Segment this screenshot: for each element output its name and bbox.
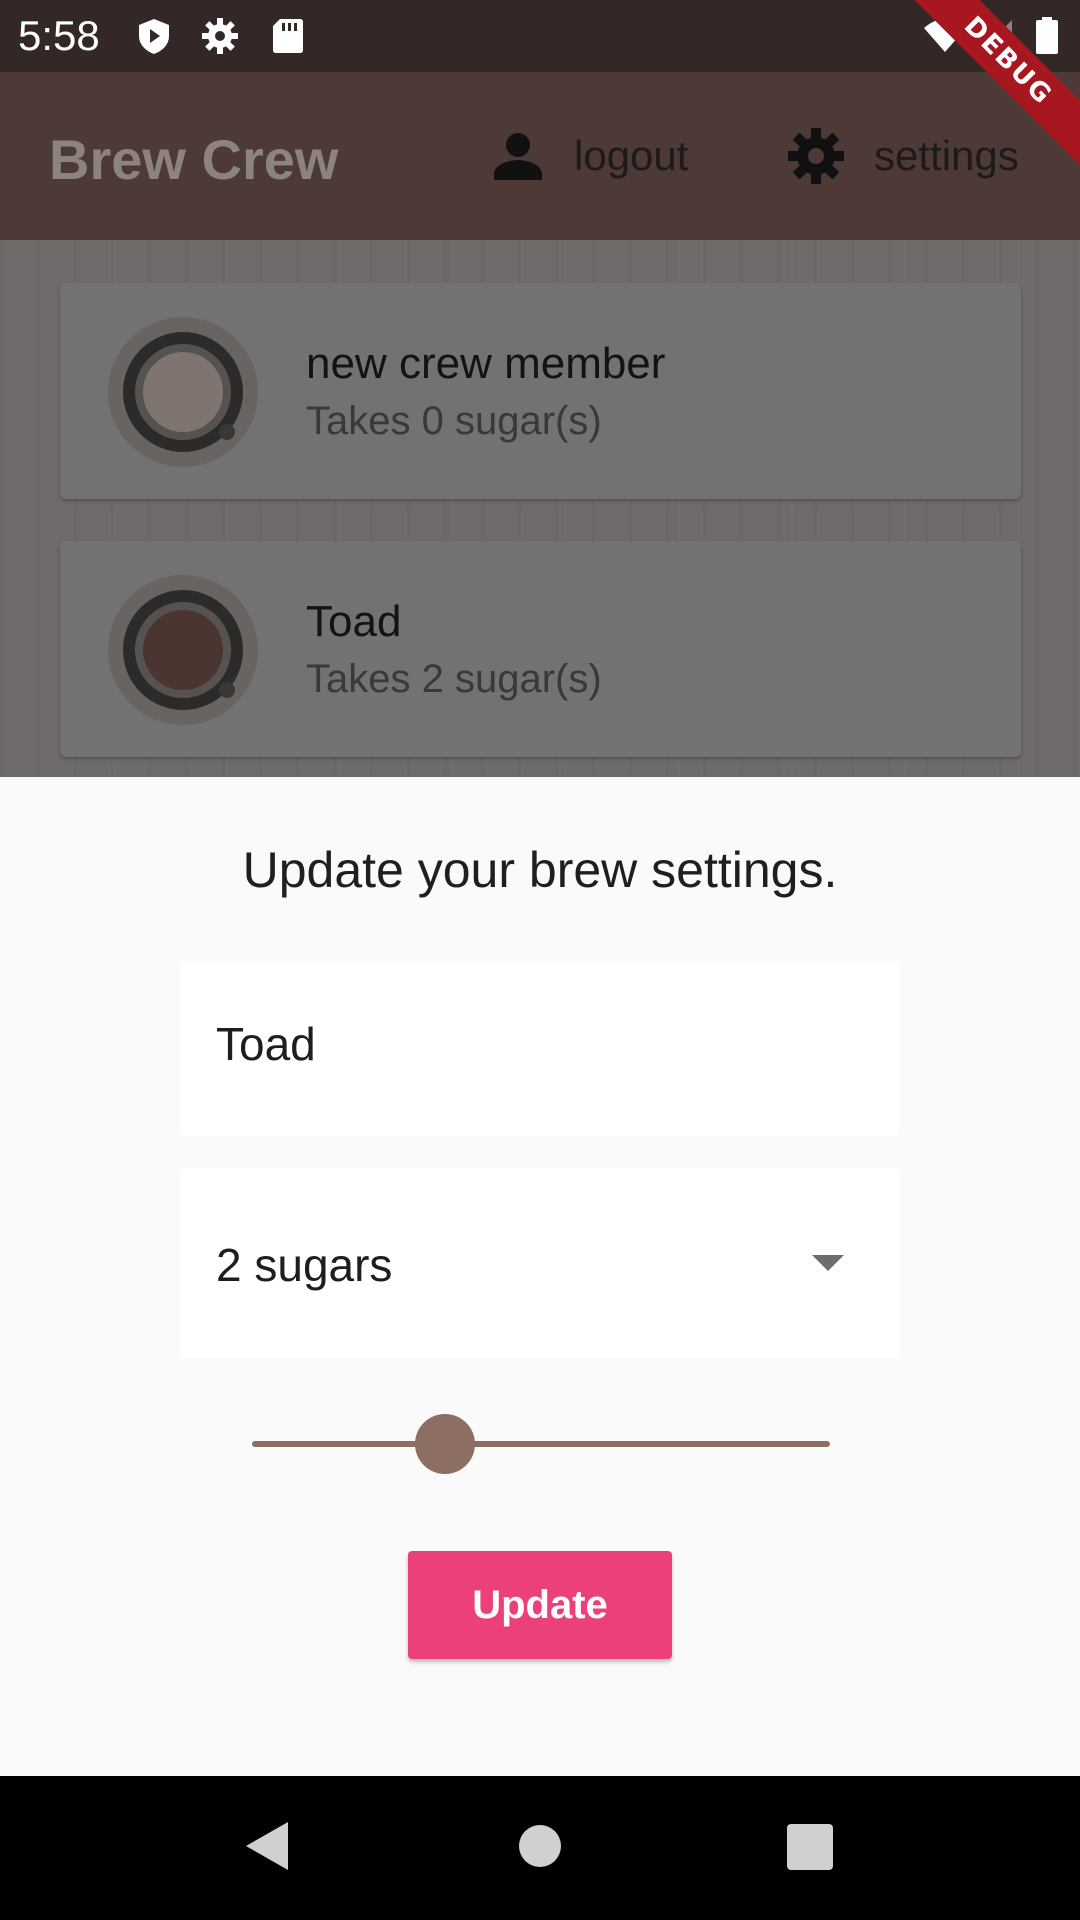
- app-bar: Brew Crew logout settings: [0, 72, 1080, 240]
- avatar: [108, 575, 258, 725]
- list-item[interactable]: Toad Takes 2 sugar(s): [60, 541, 1021, 757]
- name-input[interactable]: [216, 1017, 866, 1071]
- person-icon: [494, 133, 542, 180]
- battery-icon: [1036, 17, 1058, 54]
- coffee-fill: [143, 610, 223, 690]
- sugars-dropdown[interactable]: 2 sugars: [180, 1168, 900, 1358]
- name-field[interactable]: [180, 961, 900, 1137]
- recents-icon[interactable]: [787, 1824, 833, 1870]
- coffee-cup-icon: [123, 590, 243, 710]
- settings-icon: [788, 128, 844, 184]
- brew-name: Toad: [306, 597, 402, 646]
- slider-track[interactable]: [252, 1441, 830, 1447]
- strength-slider[interactable]: [252, 1414, 832, 1474]
- update-button[interactable]: Update: [408, 1551, 672, 1659]
- logout-button[interactable]: logout: [490, 124, 688, 188]
- slider-thumb[interactable]: [414, 1414, 475, 1474]
- logout-label: logout: [574, 132, 689, 179]
- sheet-title: Update your brew settings.: [242, 842, 838, 898]
- home-icon[interactable]: [519, 1825, 561, 1867]
- sugars-selected-value: 2 sugars: [216, 1239, 393, 1291]
- play-protect-icon: [139, 19, 169, 54]
- sd-card-icon: [273, 19, 303, 53]
- settings-bottom-sheet: Update your brew settings. 2 sugars Upda…: [0, 777, 1080, 1776]
- brew-list: new crew member Takes 0 sugar(s) Toad Ta…: [0, 240, 1080, 777]
- dropdown-arrow-icon: [812, 1255, 844, 1271]
- gear-icon: [202, 18, 238, 54]
- brew-name: new crew member: [306, 339, 666, 388]
- back-icon[interactable]: [246, 1822, 288, 1870]
- brew-sugars: Takes 2 sugar(s): [306, 657, 602, 701]
- coffee-cup-icon: [123, 332, 243, 452]
- app-title: Brew Crew: [49, 128, 339, 191]
- avatar: [108, 317, 258, 467]
- list-item[interactable]: new crew member Takes 0 sugar(s): [60, 283, 1021, 499]
- coffee-fill: [143, 352, 223, 432]
- system-nav-bar: [0, 1776, 1080, 1920]
- settings-label: settings: [874, 132, 1019, 179]
- status-bar: 5:58: [0, 0, 1080, 72]
- status-time: 5:58: [18, 12, 100, 59]
- settings-button[interactable]: settings: [786, 124, 1019, 188]
- brew-sugars: Takes 0 sugar(s): [306, 399, 602, 443]
